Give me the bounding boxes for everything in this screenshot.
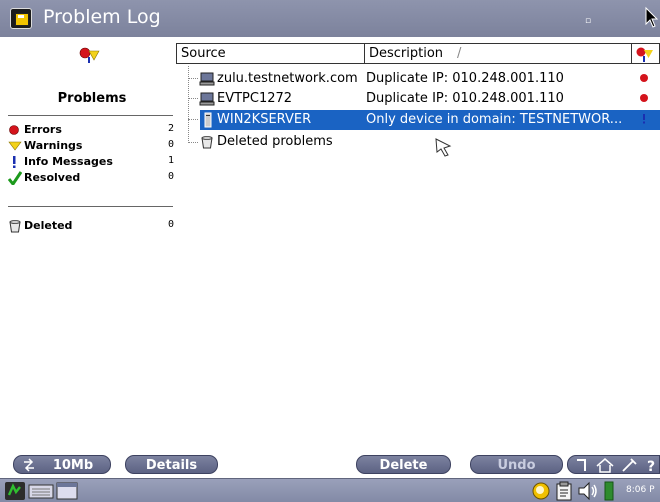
category-label: Resolved (24, 171, 81, 184)
trash-icon (9, 220, 21, 233)
svg-text:?: ? (647, 459, 655, 474)
category-label: Info Messages (24, 155, 113, 168)
memory-button[interactable]: 10Mb (13, 455, 111, 474)
help-icon[interactable]: ? (643, 457, 660, 474)
problems-title: Problems (57, 91, 127, 106)
computer-icon (199, 92, 215, 106)
computer-icon (199, 72, 215, 86)
minimize-icon[interactable]: ▫ (585, 16, 591, 26)
help-arrow-icon[interactable] (573, 457, 591, 474)
category-info-messages[interactable]: Info Messages 1 (8, 154, 178, 170)
row-description: Duplicate IP: 010.248.001.110 (366, 71, 564, 86)
clipboard-icon[interactable] (555, 481, 573, 501)
taskbar: 8:06 P (0, 478, 660, 502)
divider (8, 115, 173, 116)
server-icon (204, 112, 212, 128)
category-deleted[interactable]: Deleted 0 (8, 218, 178, 234)
divider (8, 206, 173, 207)
exclamation-icon (13, 156, 16, 168)
error-status-icon (640, 74, 648, 82)
window-title: Problem Log (43, 6, 161, 28)
yellow-triangle-icon (8, 141, 22, 151)
column-header-source[interactable]: Source (176, 43, 365, 64)
home-icon[interactable] (595, 457, 615, 474)
column-header-status[interactable] (631, 43, 660, 64)
row-description: Only device in domain: TESTNETWOR... (366, 112, 623, 127)
category-errors[interactable]: Errors 2 (8, 122, 178, 138)
title-bar: Problem Log ▫ (0, 0, 660, 37)
row-source: EVTPC1272 (217, 91, 293, 106)
clock: 8:06 P (626, 485, 655, 495)
problems-panel: Problems Errors 2 Warnings 0 Info Messag… (0, 37, 174, 450)
details-button[interactable]: Details (125, 455, 218, 474)
problems-header-icon (79, 47, 100, 63)
problem-list: Source Description / zulu.testnetwork.co… (174, 37, 660, 450)
error-status-icon (640, 94, 648, 102)
start-icon[interactable] (4, 481, 26, 501)
window-icon[interactable] (56, 482, 78, 500)
app-icon[interactable] (10, 8, 32, 29)
status-column-icon (636, 47, 653, 62)
action-bar: 10Mb Details Delete Undo ? (0, 450, 660, 478)
row-source: zulu.testnetwork.com (217, 71, 358, 86)
volume-icon[interactable] (577, 481, 599, 501)
deleted-problems-label: Deleted problems (217, 134, 333, 149)
toolbar-icon-group: ? (567, 455, 660, 474)
column-header-label: Description (369, 46, 444, 61)
table-row[interactable]: EVTPC1272 Duplicate IP: 010.248.001.110 (174, 89, 660, 109)
green-check-icon (8, 171, 22, 185)
transfer-icon (24, 458, 34, 472)
tree-connector (188, 119, 198, 120)
search-icon[interactable] (531, 481, 551, 501)
category-warnings[interactable]: Warnings 0 (8, 138, 178, 154)
row-description: Duplicate IP: 010.248.001.110 (366, 91, 564, 106)
battery-icon (604, 481, 614, 501)
category-label: Errors (24, 123, 62, 136)
tools-icon[interactable] (619, 457, 639, 474)
info-status-icon (643, 114, 645, 124)
category-label: Deleted (24, 219, 73, 232)
table-row[interactable]: zulu.testnetwork.com Duplicate IP: 010.2… (174, 69, 660, 89)
undo-button[interactable]: Undo (470, 455, 563, 474)
keyboard-icon[interactable] (28, 482, 54, 500)
row-source: WIN2KSERVER (217, 112, 312, 127)
sort-indicator-icon: / (457, 46, 462, 61)
column-header-description[interactable]: Description / (364, 43, 632, 64)
deleted-problems-node[interactable]: Deleted problems (174, 132, 660, 152)
delete-button[interactable]: Delete (356, 455, 451, 474)
memory-label: 10Mb (52, 458, 94, 473)
red-dot-icon (9, 125, 19, 135)
category-label: Warnings (24, 139, 83, 152)
trash-icon (201, 136, 213, 149)
table-row-selected[interactable]: WIN2KSERVER Only device in domain: TESTN… (200, 110, 660, 130)
arrow-cursor-icon (645, 6, 659, 28)
mouse-pointer-icon (435, 138, 452, 157)
category-resolved[interactable]: Resolved 0 (8, 170, 178, 186)
